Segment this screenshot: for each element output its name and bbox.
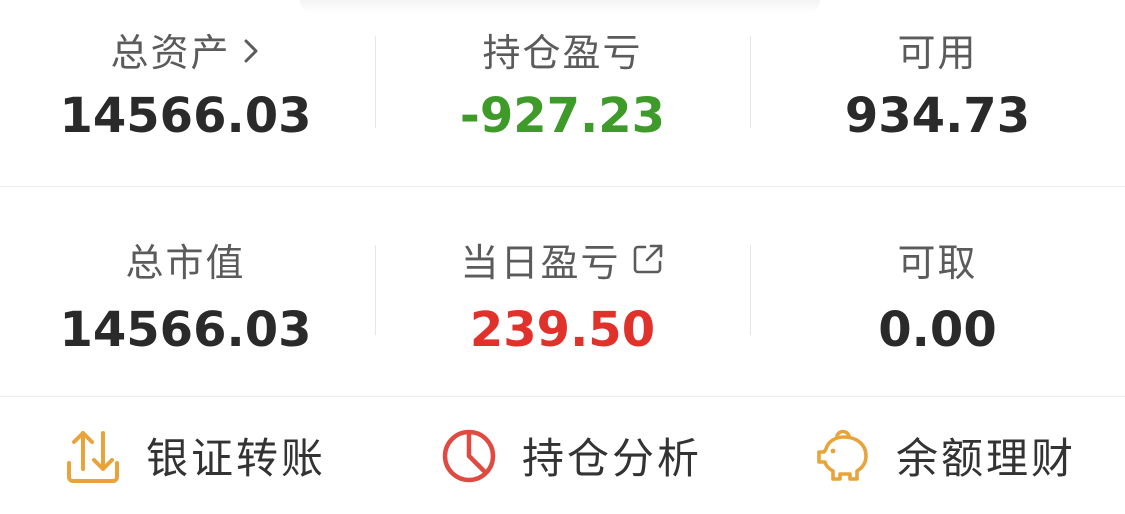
position-analysis-label: 持仓分析 — [522, 434, 703, 483]
daily-pnl-label: 当日盈亏 — [460, 241, 621, 285]
available-label: 可用 — [897, 31, 978, 75]
divider — [750, 36, 751, 128]
total-assets-value: 14566.03 — [59, 88, 312, 144]
position-pnl-cell: 持仓盈亏 -927.23 — [375, 0, 750, 186]
bank-transfer-button[interactable]: 银证转账 — [64, 397, 326, 514]
bank-transfer-label: 银证转账 — [146, 434, 327, 483]
total-assets-cell[interactable]: 总资产 14566.03 — [0, 0, 375, 186]
balance-wealth-label: 余额理财 — [896, 434, 1077, 483]
balance-wealth-button[interactable]: 余额理财 — [814, 397, 1076, 514]
divider — [375, 245, 376, 335]
market-value-cell: 总市值 14566.03 — [0, 187, 375, 396]
pie-chart-icon — [440, 427, 498, 485]
transfer-arrows-icon — [64, 427, 122, 485]
external-link-icon[interactable] — [631, 241, 665, 285]
daily-pnl-cell[interactable]: 当日盈亏 239.50 — [375, 187, 750, 396]
daily-pnl-value: 239.50 — [469, 302, 656, 358]
position-analysis-button[interactable]: 持仓分析 — [440, 397, 702, 514]
quick-actions-bar: 银证转账 持仓分析 余额理财 — [0, 397, 1125, 514]
position-pnl-value: -927.23 — [459, 88, 666, 144]
divider — [750, 245, 751, 335]
available-cell: 可用 934.73 — [750, 0, 1125, 186]
divider — [375, 36, 376, 128]
total-assets-label: 总资产 — [110, 31, 231, 75]
withdrawable-label: 可取 — [897, 241, 978, 285]
market-value-value: 14566.03 — [59, 302, 312, 358]
total-assets-label-wrap: 总资产 — [0, 22, 373, 78]
piggy-bank-icon — [814, 427, 872, 485]
withdrawable-value: 0.00 — [878, 302, 997, 358]
position-pnl-label: 持仓盈亏 — [482, 31, 643, 75]
market-value-label: 总市值 — [125, 241, 246, 285]
available-value: 934.73 — [844, 88, 1031, 144]
stats-row-2: 总市值 14566.03 当日盈亏 239.50 可取 0.00 — [0, 187, 1125, 396]
chevron-right-icon — [241, 31, 261, 75]
daily-pnl-label-wrap: 当日盈亏 — [375, 232, 750, 288]
withdrawable-cell: 可取 0.00 — [750, 187, 1125, 396]
stats-row-1: 总资产 14566.03 持仓盈亏 -927.23 可用 934.73 — [0, 0, 1125, 186]
